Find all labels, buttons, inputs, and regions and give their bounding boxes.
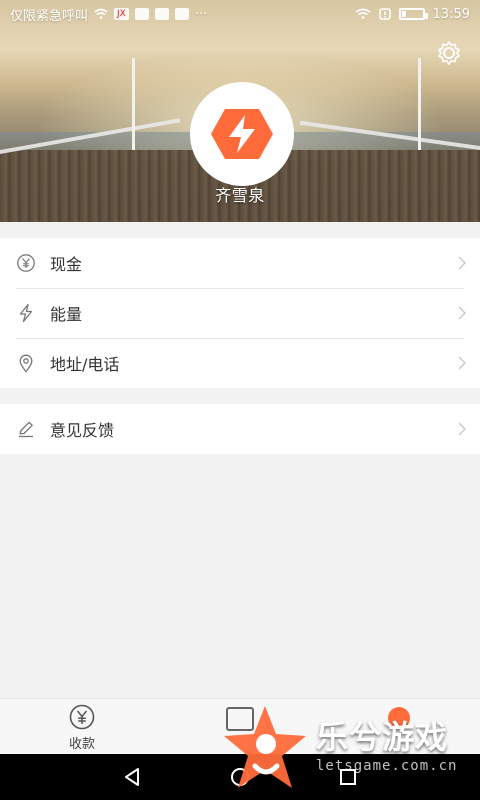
battery-level-bar [401,11,406,17]
home-circle-icon [228,765,252,789]
menu-section-2: 意见反馈 [0,404,480,454]
menu-item-cash[interactable]: 现金 [0,238,480,288]
alert-icon [378,8,391,20]
lightning-icon [16,303,36,323]
chevron-right-icon [456,422,466,436]
header-lamp-left [132,58,135,150]
profile-name: 齐雪泉 [215,186,265,205]
nav-recent-button[interactable] [336,765,360,789]
status-bar: 仅限紧急呼叫 JX ··· 13:59 [0,0,480,28]
tab-receive[interactable]: 收款 [52,703,112,752]
location-pin-icon [16,353,36,373]
wifi-icon [94,8,108,20]
menu-section-1: 现金 能量 地址/电话 [0,238,480,388]
wifi-strength-icon [355,8,371,20]
app-logo-icon [207,105,277,163]
menu-item-address-phone[interactable]: 地址/电话 [0,338,480,388]
avatar[interactable] [190,82,294,186]
status-carrier-text: 仅限紧急呼叫 [10,8,89,24]
chevron-right-icon [456,256,466,270]
back-triangle-icon [120,765,144,789]
more-notifications: ··· [194,6,208,22]
recent-square-icon [336,765,360,789]
nav-back-button[interactable] [120,765,144,789]
settings-button[interactable] [432,36,466,70]
pencil-icon [16,419,36,439]
profile-header: 仅限紧急呼叫 JX ··· 13:59 齐雪泉 [0,0,480,222]
gear-icon [435,39,463,67]
menu-item-energy[interactable]: 能量 [0,288,480,338]
app-notification-icon: JX [114,8,129,20]
tab-right-badge[interactable] [388,707,410,729]
menu-item-label: 地址/电话 [50,355,120,374]
bottom-tab-bar: 收款 [0,698,480,754]
tab-bill-icon[interactable] [226,707,254,731]
app-notification-icon-3 [154,8,169,20]
status-left: 仅限紧急呼叫 JX ··· [10,5,207,24]
android-nav-bar [0,754,480,800]
menu-item-label: 意见反馈 [50,421,115,440]
nav-home-button[interactable] [228,765,252,789]
header-lamp-right [418,58,421,150]
tab-receive-label: 收款 [68,736,95,752]
chevron-right-icon [456,356,466,370]
status-time: 13:59 [432,6,470,22]
yen-circle-icon [68,703,96,731]
chevron-right-icon [456,306,466,320]
battery-icon [398,8,428,20]
status-right: 13:59 [355,7,470,22]
menu-item-label: 能量 [50,305,83,324]
yen-circle-icon [16,253,36,273]
menu-item-feedback[interactable]: 意见反馈 [0,404,480,454]
app-notification-icon-4 [174,8,189,20]
menu-item-label: 现金 [50,255,83,274]
app-notification-icon-2 [134,8,149,20]
